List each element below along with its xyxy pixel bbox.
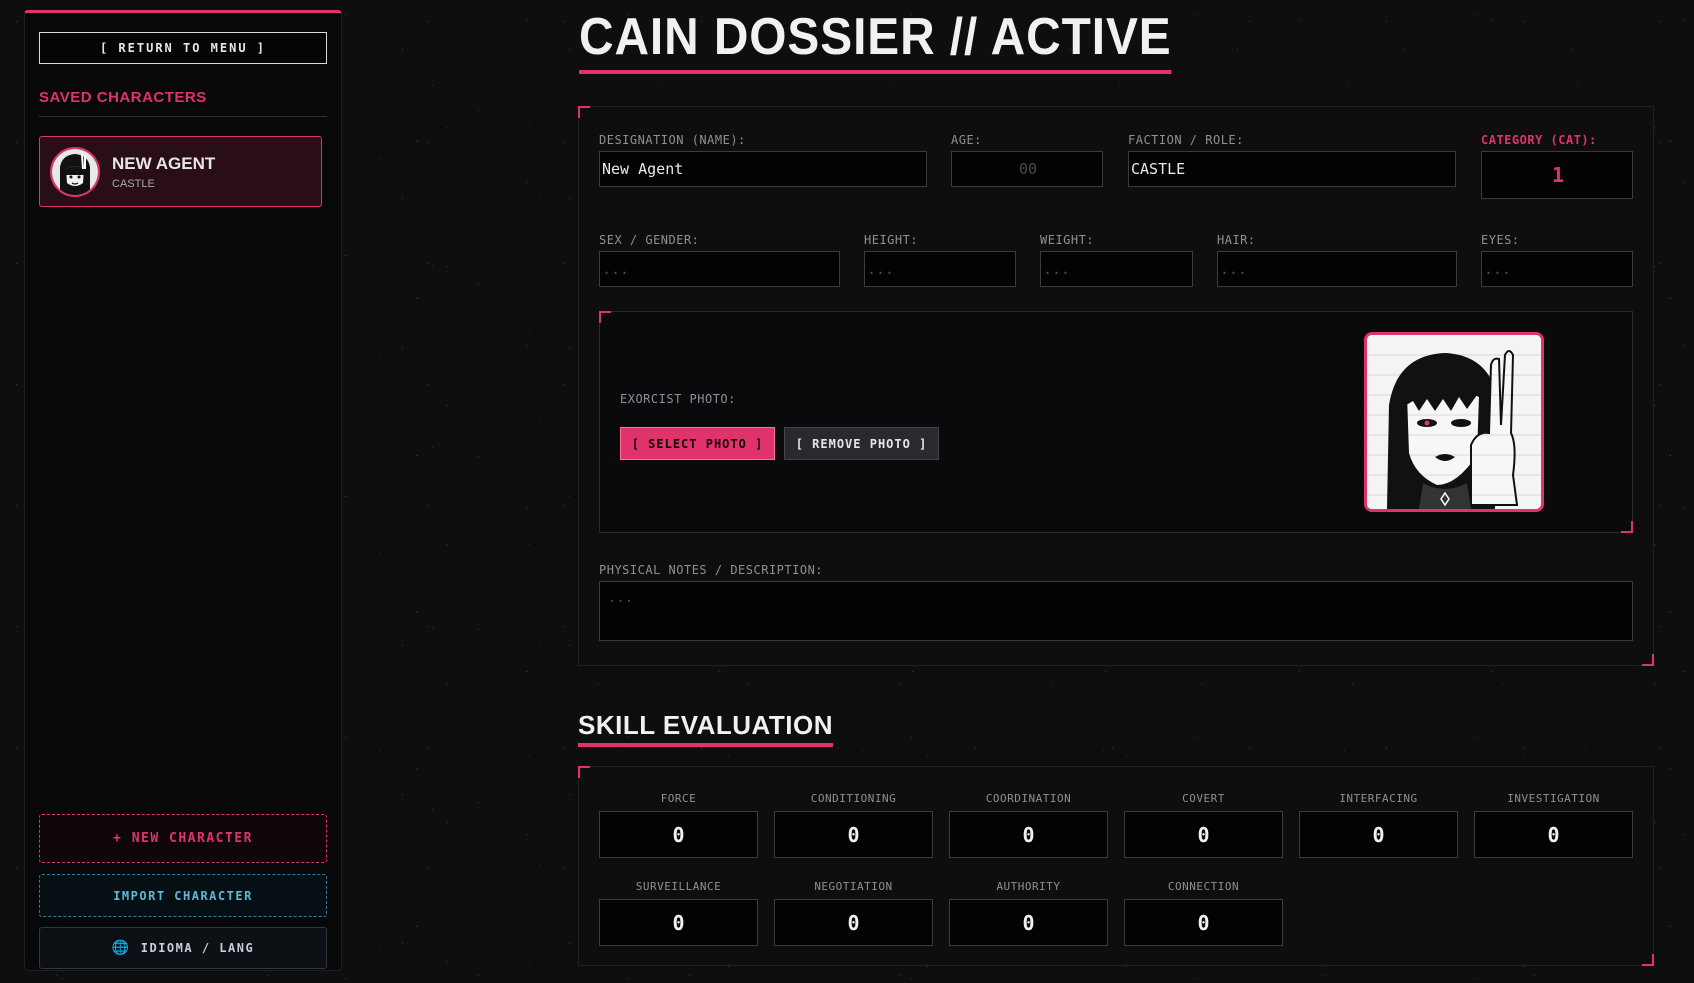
skill-covert: COVERT 0: [1124, 792, 1283, 858]
exorcist-photo: [1364, 332, 1544, 512]
sex-field[interactable]: [599, 251, 840, 287]
skill-label: FORCE: [660, 792, 697, 805]
select-photo-button[interactable]: [ SELECT PHOTO ]: [620, 427, 775, 460]
skill-value-input[interactable]: 0: [599, 899, 758, 946]
faction-label: FACTION / ROLE:: [1128, 133, 1244, 147]
age-label: AGE:: [951, 133, 982, 147]
skill-authority: AUTHORITY 0: [949, 880, 1108, 946]
language-button[interactable]: 🌐 IDIOMA / LANG: [39, 927, 327, 969]
skill-interfacing: INTERFACING 0: [1299, 792, 1458, 858]
skill-label: CONDITIONING: [810, 792, 897, 805]
height-field[interactable]: [864, 251, 1016, 287]
skill-surveillance: SURVEILLANCE 0: [599, 880, 758, 946]
skill-label: COORDINATION: [985, 792, 1072, 805]
corner-bracket: [1621, 521, 1633, 533]
name-label: DESIGNATION (NAME):: [599, 133, 746, 147]
skill-connection: CONNECTION 0: [1124, 880, 1283, 946]
name-field[interactable]: [599, 151, 927, 187]
skill-negotiation: NEGOTIATION 0: [774, 880, 933, 946]
skill-label: NEGOTIATION: [814, 880, 893, 893]
corner-bracket: [578, 106, 590, 118]
skill-label: SURVEILLANCE: [635, 880, 722, 893]
skill-value-input[interactable]: 0: [1124, 811, 1283, 858]
eyes-field[interactable]: [1481, 251, 1633, 287]
category-field[interactable]: [1481, 151, 1633, 199]
character-faction: CASTLE: [112, 177, 155, 190]
skill-value-input[interactable]: 0: [1474, 811, 1633, 858]
weight-label: WEIGHT:: [1040, 233, 1095, 247]
avatar: [50, 146, 100, 197]
hair-label: HAIR:: [1217, 233, 1256, 247]
page-title: CAIN DOSSIER // ACTIVE: [579, 6, 1172, 74]
weight-field[interactable]: [1040, 251, 1193, 287]
skill-value-input[interactable]: 0: [599, 811, 758, 858]
photo-label: EXORCIST PHOTO:: [620, 392, 736, 406]
skill-value-input[interactable]: 0: [774, 899, 933, 946]
remove-photo-button[interactable]: [ REMOVE PHOTO ]: [784, 427, 939, 460]
character-name: NEW AGENT: [112, 153, 216, 173]
skill-value-input[interactable]: 0: [949, 811, 1108, 858]
hair-field[interactable]: [1217, 251, 1457, 287]
skill-value-input[interactable]: 0: [949, 899, 1108, 946]
skill-force: FORCE 0: [599, 792, 758, 858]
category-label: CATEGORY (CAT):: [1481, 133, 1597, 147]
skill-conditioning: CONDITIONING 0: [774, 792, 933, 858]
sidebar: [ RETURN TO MENU ] SAVED CHARACTERS NEW …: [24, 10, 342, 971]
skill-coordination: COORDINATION 0: [949, 792, 1108, 858]
corner-bracket: [1642, 954, 1654, 966]
corner-bracket: [1642, 654, 1654, 666]
skill-value-input[interactable]: 0: [1124, 899, 1283, 946]
photo-section: EXORCIST PHOTO: [ SELECT PHOTO ] [ REMOV…: [599, 311, 1633, 533]
corner-bracket: [578, 766, 590, 778]
skill-value-input[interactable]: 0: [1299, 811, 1458, 858]
age-field[interactable]: [951, 151, 1103, 187]
eyes-label: EYES:: [1481, 233, 1520, 247]
skill-label: INVESTIGATION: [1507, 792, 1600, 805]
faction-field[interactable]: [1128, 151, 1456, 187]
skill-evaluation-heading: SKILL EVALUATION: [578, 710, 833, 747]
skill-investigation: INVESTIGATION 0: [1474, 792, 1633, 858]
notes-label: PHYSICAL NOTES / DESCRIPTION:: [599, 563, 824, 577]
height-label: HEIGHT:: [864, 233, 919, 247]
saved-characters-heading: SAVED CHARACTERS: [39, 89, 327, 117]
skill-label: AUTHORITY: [996, 880, 1061, 893]
character-card[interactable]: NEW AGENT CASTLE: [39, 136, 322, 207]
skill-label: CONNECTION: [1167, 880, 1240, 893]
globe-icon: 🌐: [111, 940, 131, 956]
skill-label: COVERT: [1182, 792, 1225, 805]
return-to-menu-button[interactable]: [ RETURN TO MENU ]: [39, 32, 327, 64]
sex-label: SEX / GENDER:: [599, 233, 700, 247]
language-label: IDIOMA / LANG: [140, 941, 255, 955]
new-character-button[interactable]: + NEW CHARACTER: [39, 814, 327, 863]
import-character-button[interactable]: IMPORT CHARACTER: [39, 874, 327, 917]
corner-bracket: [599, 311, 611, 323]
physical-notes-field[interactable]: [599, 581, 1633, 641]
skill-value-input[interactable]: 0: [774, 811, 933, 858]
skill-label: INTERFACING: [1339, 792, 1418, 805]
